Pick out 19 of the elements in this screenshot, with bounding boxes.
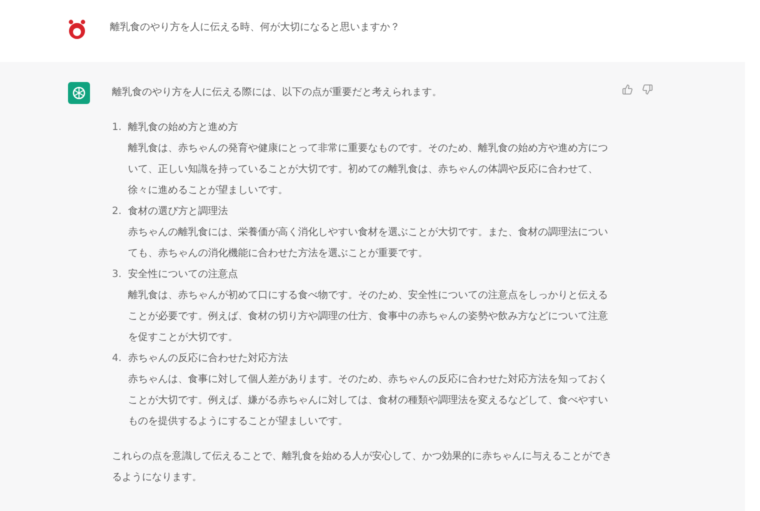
thumbs-up-icon[interactable] [622, 84, 633, 95]
item-title: 赤ちゃんの反応に合わせた対応方法 [128, 352, 289, 366]
item-body: 赤ちゃんは、食事に対して個人差があります。そのため、赤ちゃんの反応に合わせた対応方法を知っておくことが大切です。例えば、嫌がる赤ちゃんに対しては、食材の種類や調理法を変えるなどして、食べやすいものを提供するようにすることが望ましいです。 [128, 372, 609, 429]
list-number: 4. [112, 352, 123, 366]
avatar-icon [66, 18, 88, 40]
item-body: 離乳食は、赤ちゃんの発育や健康にとって非常に重要なものです。そのため、離乳食の始め方や進め方について、正しい知識を持っていることが大切です。初めての離乳食は、赤ちゃんの体調や反応に合わせて、徐々に進めることが望ましいです。 [128, 142, 609, 198]
response-conclusion: これらの点を意識して伝えることで、離乳食を始める人が安心して、かつ効果的に赤ちゃんに与えることができるようになります。 [112, 450, 612, 485]
item-title: 安全性についての注意点 [128, 268, 239, 282]
item-body: 赤ちゃんの離乳食には、栄養価が高く消化しやすい食材を選ぶことが大切です。また、食材の調理法についても、赤ちゃんの消化機能に合わせた方法を選ぶことが重要です。 [128, 226, 609, 261]
response-intro: 離乳食のやり方を人に伝える際には、以下の点が重要だと考えられます。 [112, 86, 443, 100]
list-number: 2. [112, 205, 123, 219]
item-body: 離乳食は、赤ちゃんが初めて口にする食べ物です。そのため、安全性についての注意点をしっかりと伝えることが必要です。例えば、食材の切り方や調理の仕方、食事中の赤ちゃんの姿勢や飲み方などについて注意を促すことが大切です。 [128, 288, 609, 345]
list-number: 3. [112, 268, 123, 282]
item-title: 離乳食の始め方と進め方 [128, 120, 239, 135]
thumbs-down-icon[interactable] [642, 84, 653, 95]
user-message: 離乳食のやり方を人に伝える時、何が大切になると思いますか？ [110, 20, 400, 35]
item-title: 食材の選び方と調理法 [128, 204, 229, 219]
list-number: 1. [112, 121, 123, 135]
assistant-avatar-icon [68, 82, 90, 104]
